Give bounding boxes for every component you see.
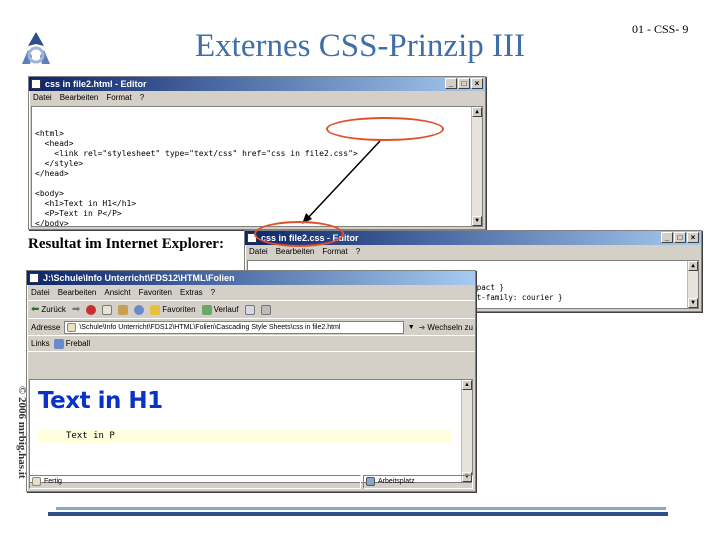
forward-arrow-icon[interactable]: ➡ (72, 304, 80, 315)
links-item-label: Freball (65, 339, 91, 348)
menu-help[interactable]: ? (211, 285, 215, 300)
links-item[interactable]: Freball (53, 338, 91, 349)
editor-css-menubar: Datei Bearbeiten Format ? (245, 245, 701, 258)
links-bar-row: Links Freball (27, 336, 475, 352)
go-button[interactable]: ➜ Wechseln zu (419, 323, 475, 332)
back-label: Zurück (41, 305, 66, 314)
refresh-icon[interactable] (102, 304, 113, 315)
scroll-up-button[interactable]: ▲ (688, 261, 698, 271)
status-left-text: Fertig (44, 478, 62, 485)
scroll-down-button[interactable]: ▼ (688, 298, 698, 308)
go-label: Wechseln zu (427, 322, 473, 332)
browser-scrollbar[interactable]: ▲ ▼ (461, 380, 472, 482)
address-input[interactable]: \Schule\Info Unterricht\FDS12\HTML\Folie… (64, 320, 404, 334)
links-label: Links (31, 339, 50, 348)
menu-ansicht[interactable]: Ansicht (104, 285, 130, 300)
menu-datei[interactable]: Datei (249, 245, 268, 258)
favorites-icon (150, 304, 161, 315)
print-icon[interactable] (260, 304, 271, 315)
maximize-button[interactable]: □ (674, 232, 686, 243)
address-value: \Schule\Info Unterricht\FDS12\HTML\Folie… (79, 323, 341, 331)
favorites-button[interactable]: Favoriten (150, 304, 196, 315)
back-arrow-icon: ⬅ (31, 304, 40, 315)
menu-format[interactable]: Format (322, 245, 347, 258)
page-done-icon (32, 477, 41, 486)
browser-menubar: Datei Bearbeiten Ansicht Favoriten Extra… (27, 285, 475, 301)
close-button[interactable]: × (687, 232, 699, 243)
mail-icon[interactable] (244, 304, 255, 315)
browser-content: Text in H1 Text in P ▲ ▼ (29, 379, 473, 483)
menu-bearbeiten[interactable]: Bearbeiten (58, 285, 97, 300)
ie-icon (29, 273, 39, 283)
menu-favoriten[interactable]: Favoriten (139, 285, 172, 300)
browser-title: J:\Schule\Info Unterricht\FDS12\HTML\Fol… (43, 273, 235, 283)
computer-icon (366, 477, 375, 486)
page-icon (67, 322, 77, 332)
history-button[interactable]: Verlauf (201, 304, 239, 315)
favorites-label: Favoriten (162, 305, 196, 314)
stop-icon[interactable] (86, 304, 97, 315)
go-arrow-icon: ➜ (418, 322, 426, 332)
link-page-icon (53, 338, 64, 349)
browser-toolbar: ⬅ Zurück ➡ Favoriten Verlauf (27, 301, 475, 319)
home-icon[interactable] (118, 304, 129, 315)
page-paragraph-text: Text in P (66, 431, 115, 441)
browser-titlebar[interactable]: J:\Schule\Info Unterricht\FDS12\HTML\Fol… (27, 271, 475, 285)
search-icon[interactable] (134, 304, 145, 315)
editor-css-scrollbar[interactable]: ▲ ▼ (687, 261, 698, 308)
status-left: Fertig (29, 475, 361, 489)
address-label: Adresse (31, 322, 61, 332)
address-dropdown-icon[interactable]: ▼ (408, 324, 415, 331)
css-title-highlight-ring (254, 221, 344, 247)
menu-datei[interactable]: Datei (31, 285, 50, 300)
status-zone-text: Arbeitsplatz (378, 478, 415, 485)
menu-help[interactable]: ? (356, 245, 360, 258)
history-label: Verlauf (213, 305, 239, 314)
history-icon (201, 304, 212, 315)
scroll-up-button[interactable]: ▲ (462, 380, 472, 390)
browser-window: J:\Schule\Info Unterricht\FDS12\HTML\Fol… (26, 270, 476, 492)
page-paragraph: Text in P (38, 430, 452, 443)
status-zone: Arbeitsplatz (363, 475, 473, 489)
page-h1: Text in H1 (38, 388, 163, 414)
menu-extras[interactable]: Extras (180, 285, 203, 300)
minimize-button[interactable]: _ (661, 232, 673, 243)
back-button[interactable]: ⬅ Zurück (31, 304, 66, 315)
browser-statusbar: Fertig Arbeitsplatz (29, 475, 473, 489)
address-bar-row: Adresse \Schule\Info Unterricht\FDS12\HT… (27, 319, 475, 336)
